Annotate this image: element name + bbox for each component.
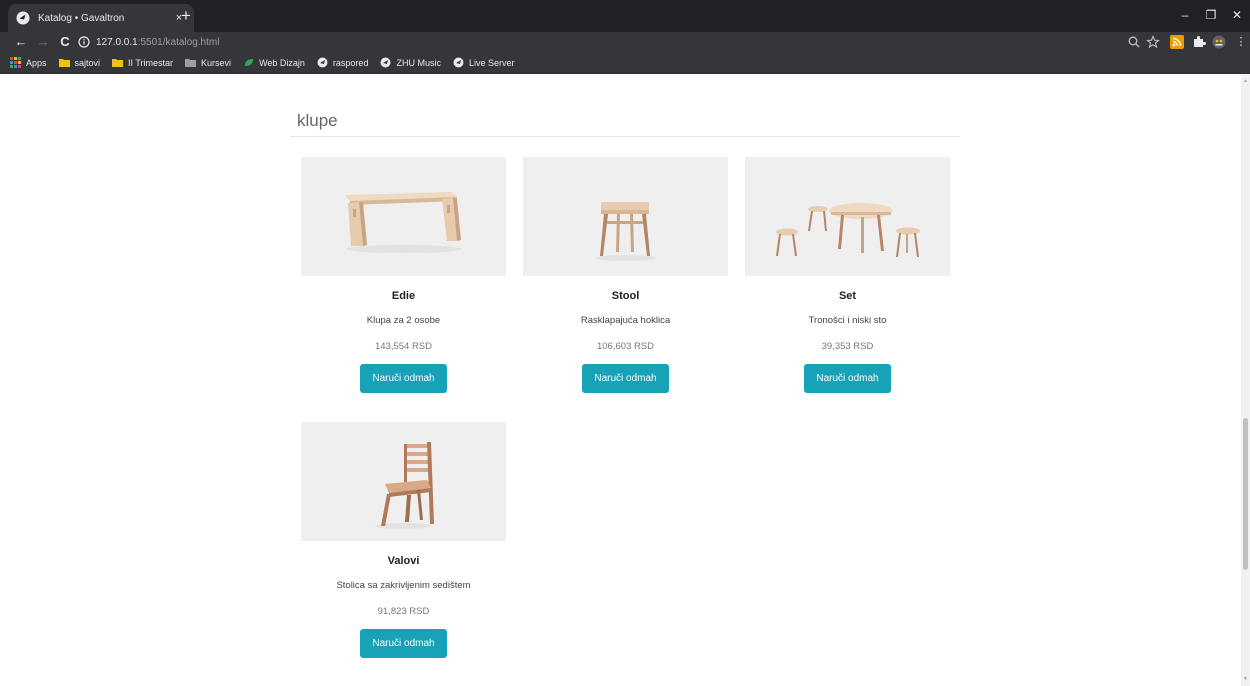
- address-bar[interactable]: 127.0.0.1 :5501/katalog.html: [78, 34, 1118, 50]
- rss-extension-icon[interactable]: [1170, 35, 1184, 49]
- product-image: [301, 422, 506, 541]
- order-now-button[interactable]: Naruči odmah: [804, 364, 891, 393]
- back-button[interactable]: ←: [14, 35, 28, 49]
- bookmark-star-icon[interactable]: [1146, 35, 1160, 49]
- bookmark-kursevi[interactable]: Kursevi: [185, 57, 231, 68]
- product-price: 143,554 RSD: [374, 341, 433, 352]
- product-image: [523, 157, 728, 276]
- bookmark-label: Live Server: [468, 57, 515, 68]
- section-divider: [290, 136, 960, 137]
- browser-tab[interactable]: Katalog • Gavaltron ×: [8, 4, 194, 32]
- bookmark-raspored[interactable]: raspored: [317, 57, 369, 68]
- scroll-up-icon[interactable]: ▲: [1242, 78, 1249, 84]
- bookmark-sajtovi[interactable]: sajtovi: [58, 57, 101, 68]
- close-window-button[interactable]: ✕: [1227, 8, 1247, 22]
- bookmark-live-server[interactable]: Live Server: [453, 57, 515, 68]
- order-now-button[interactable]: Naruči odmah: [582, 364, 669, 393]
- product-price: 91,823 RSD: [377, 606, 430, 617]
- bookmark-label: Web Dizajn: [259, 57, 305, 68]
- scroll-down-icon[interactable]: ▼: [1242, 676, 1249, 682]
- product-name: Stool: [611, 290, 640, 302]
- product-description: Stolica sa zakrivljenim sedištem: [336, 580, 471, 591]
- bench-icon: [345, 192, 462, 253]
- bookmark-web-dizajn[interactable]: Web Dizajn: [243, 57, 305, 68]
- product-card-stool: Stool Rasklapajuća hoklica 106,603 RSD N…: [523, 157, 728, 393]
- site-favicon-icon: [16, 11, 30, 25]
- product-card-set: Set Tronošci i niski sto 39,353 RSD Naru…: [745, 157, 950, 393]
- product-name: Edie: [391, 290, 416, 302]
- restore-button[interactable]: ❐: [1201, 8, 1221, 22]
- product-description: Tronošci i niski sto: [808, 315, 887, 326]
- globe-icon: [453, 57, 464, 68]
- folder-icon: [185, 59, 197, 67]
- tab-title: Katalog • Gavaltron: [38, 12, 125, 24]
- apps-grid-icon: [10, 57, 21, 68]
- bookmark-label: Kursevi: [201, 57, 232, 68]
- product-price: 39,353 RSD: [821, 341, 874, 352]
- bookmark-label: Apps: [26, 57, 47, 68]
- zoom-icon[interactable]: [1127, 35, 1141, 49]
- product-description: Rasklapajuća hoklica: [580, 315, 671, 326]
- stool-icon: [595, 202, 655, 261]
- forward-button[interactable]: →: [36, 35, 50, 49]
- site-info-icon[interactable]: [78, 36, 90, 48]
- product-price: 106,603 RSD: [596, 341, 655, 352]
- product-name: Set: [838, 290, 857, 302]
- product-image: [745, 157, 950, 276]
- leaf-icon: [245, 59, 254, 66]
- product-card-valovi: Valovi Stolica sa zakrivljenim sedištem …: [301, 422, 506, 658]
- browser-menu-icon[interactable]: ⋮: [1234, 35, 1248, 49]
- globe-icon: [380, 57, 391, 68]
- folder-icon: [112, 59, 124, 67]
- section-title: klupe: [297, 111, 338, 130]
- bookmark-zhu-music[interactable]: ZHU Music: [380, 57, 441, 68]
- url-host: 127.0.0.1: [96, 36, 138, 48]
- product-description: Klupa za 2 osobe: [366, 315, 441, 326]
- browser-tabstrip: Katalog • Gavaltron × + – ❐ ✕: [0, 0, 1250, 32]
- bookmark-label: II Trimestar: [128, 57, 174, 68]
- bookmark-apps[interactable]: Apps: [10, 57, 47, 68]
- extensions-puzzle-icon[interactable]: [1192, 35, 1206, 49]
- scroll-thumb[interactable]: [1243, 418, 1248, 570]
- product-image: [301, 157, 506, 276]
- order-now-button[interactable]: Naruči odmah: [360, 364, 447, 393]
- order-now-button[interactable]: Naruči odmah: [360, 629, 447, 658]
- reload-button[interactable]: C: [58, 35, 72, 49]
- page-content: klupe Edie Klupa za 2 osobe 143,554 RSD …: [0, 75, 1250, 686]
- bookmark-ii-trimestar[interactable]: II Trimestar: [112, 57, 173, 68]
- folder-icon: [58, 59, 70, 67]
- product-card-edie: Edie Klupa za 2 osobe 143,554 RSD Naruči…: [301, 157, 506, 393]
- table-set-icon: [776, 203, 920, 257]
- bookmark-label: raspored: [332, 57, 369, 68]
- chair-icon: [375, 442, 434, 529]
- globe-icon: [317, 57, 328, 68]
- product-name: Valovi: [387, 555, 420, 567]
- profile-avatar-icon[interactable]: [1212, 35, 1226, 49]
- browser-toolbar: ← → C 127.0.0.1 :5501/katalog.html ⋮: [0, 32, 1250, 52]
- bookmarks-bar: Apps sajtovi II Trimestar Kursevi Web Dizajn…: [0, 52, 1250, 74]
- bookmark-label: sajtovi: [74, 57, 101, 68]
- bookmark-label: ZHU Music: [396, 57, 441, 68]
- page-scrollbar[interactable]: ▲ ▼: [1241, 75, 1250, 686]
- url-path: :5501/katalog.html: [137, 36, 220, 48]
- minimize-button[interactable]: –: [1175, 8, 1195, 22]
- new-tab-button[interactable]: +: [176, 6, 196, 26]
